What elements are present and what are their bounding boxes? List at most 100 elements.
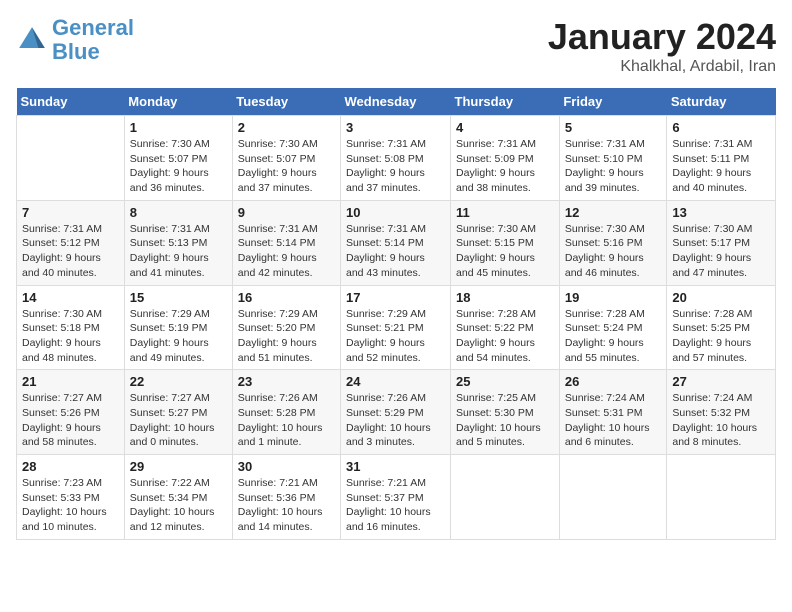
day-info: Sunrise: 7:21 AMSunset: 5:36 PMDaylight:…: [238, 476, 335, 535]
day-number: 6: [672, 120, 770, 135]
day-number: 26: [565, 374, 662, 389]
day-number: 14: [22, 290, 119, 305]
day-info: Sunrise: 7:28 AMSunset: 5:25 PMDaylight:…: [672, 307, 770, 366]
day-number: 17: [346, 290, 445, 305]
calendar-cell: [559, 455, 667, 540]
day-number: 19: [565, 290, 662, 305]
day-number: 12: [565, 205, 662, 220]
day-number: 3: [346, 120, 445, 135]
day-info: Sunrise: 7:30 AMSunset: 5:07 PMDaylight:…: [130, 137, 227, 196]
day-of-week-header: Tuesday: [232, 88, 340, 116]
calendar-cell: 18 Sunrise: 7:28 AMSunset: 5:22 PMDayligh…: [451, 285, 560, 370]
calendar-cell: 14 Sunrise: 7:30 AMSunset: 5:18 PMDayligh…: [17, 285, 125, 370]
day-info: Sunrise: 7:31 AMSunset: 5:14 PMDaylight:…: [346, 222, 445, 281]
day-number: 10: [346, 205, 445, 220]
calendar-cell: 16Sunrise: 7:29 AMSunset: 5:20 PMDayligh…: [232, 285, 340, 370]
day-info: Sunrise: 7:30 AMSunset: 5:16 PMDaylight:…: [565, 222, 662, 281]
day-number: 5: [565, 120, 662, 135]
calendar-cell: 23Sunrise: 7:26 AMSunset: 5:28 PMDayligh…: [232, 370, 340, 455]
day-number: 24: [346, 374, 445, 389]
calendar-cell: 24 Sunrise: 7:26 AMSunset: 5:29 PMDayligh…: [341, 370, 451, 455]
day-info: Sunrise: 7:31 AMSunset: 5:11 PMDaylight:…: [672, 137, 770, 196]
calendar-cell: 21 Sunrise: 7:27 AMSunset: 5:26 PMDayligh…: [17, 370, 125, 455]
day-info: Sunrise: 7:22 AMSunset: 5:34 PMDaylight:…: [130, 476, 227, 535]
calendar-cell: 13 Sunrise: 7:30 AMSunset: 5:17 PMDayligh…: [667, 200, 776, 285]
calendar-cell: 12 Sunrise: 7:30 AMSunset: 5:16 PMDayligh…: [559, 200, 667, 285]
day-of-week-header: Friday: [559, 88, 667, 116]
day-info: Sunrise: 7:25 AMSunset: 5:30 PMDaylight:…: [456, 391, 554, 450]
day-info: Sunrise: 7:24 AMSunset: 5:32 PMDaylight:…: [672, 391, 770, 450]
day-info: Sunrise: 7:23 AMSunset: 5:33 PMDaylight:…: [22, 476, 119, 535]
day-of-week-header: Monday: [124, 88, 232, 116]
day-number: 16: [238, 290, 335, 305]
calendar-cell: 4Sunrise: 7:31 AMSunset: 5:09 PMDaylight…: [451, 116, 560, 201]
day-info: Sunrise: 7:28 AMSunset: 5:24 PMDaylight:…: [565, 307, 662, 366]
calendar-week-row: 14 Sunrise: 7:30 AMSunset: 5:18 PMDayligh…: [17, 285, 776, 370]
day-number: 22: [130, 374, 227, 389]
day-info: Sunrise: 7:29 AMSunset: 5:21 PMDaylight:…: [346, 307, 445, 366]
day-info: Sunrise: 7:31 AMSunset: 5:12 PMDaylight:…: [22, 222, 119, 281]
day-info: Sunrise: 7:31 AMSunset: 5:14 PMDaylight:…: [238, 222, 335, 281]
day-number: 28: [22, 459, 119, 474]
day-number: 29: [130, 459, 227, 474]
calendar-cell: 19 Sunrise: 7:28 AMSunset: 5:24 PMDayligh…: [559, 285, 667, 370]
calendar-cell: 6 Sunrise: 7:31 AMSunset: 5:11 PMDaylight…: [667, 116, 776, 201]
day-info: Sunrise: 7:28 AMSunset: 5:22 PMDaylight:…: [456, 307, 554, 366]
day-number: 18: [456, 290, 554, 305]
calendar-cell: 5Sunrise: 7:31 AMSunset: 5:10 PMDaylight…: [559, 116, 667, 201]
calendar-cell: 11Sunrise: 7:30 AMSunset: 5:15 PMDayligh…: [451, 200, 560, 285]
day-info: Sunrise: 7:26 AMSunset: 5:29 PMDaylight:…: [346, 391, 445, 450]
calendar-week-row: 28 Sunrise: 7:23 AMSunset: 5:33 PMDayligh…: [17, 455, 776, 540]
calendar-cell: 25 Sunrise: 7:25 AMSunset: 5:30 PMDayligh…: [451, 370, 560, 455]
calendar-week-row: 21 Sunrise: 7:27 AMSunset: 5:26 PMDayligh…: [17, 370, 776, 455]
day-info: Sunrise: 7:30 AMSunset: 5:15 PMDaylight:…: [456, 222, 554, 281]
day-of-week-header: Saturday: [667, 88, 776, 116]
calendar-table: SundayMondayTuesdayWednesdayThursdayFrid…: [16, 88, 776, 540]
day-of-week-header: Wednesday: [341, 88, 451, 116]
day-info: Sunrise: 7:21 AMSunset: 5:37 PMDaylight:…: [346, 476, 445, 535]
calendar-cell: 15Sunrise: 7:29 AMSunset: 5:19 PMDayligh…: [124, 285, 232, 370]
calendar-cell: [17, 116, 125, 201]
calendar-cell: [451, 455, 560, 540]
day-info: Sunrise: 7:30 AMSunset: 5:07 PMDaylight:…: [238, 137, 335, 196]
calendar-cell: 20Sunrise: 7:28 AMSunset: 5:25 PMDayligh…: [667, 285, 776, 370]
day-number: 30: [238, 459, 335, 474]
calendar-cell: 1Sunrise: 7:30 AMSunset: 5:07 PMDaylight…: [124, 116, 232, 201]
logo-text: GeneralBlue: [52, 16, 134, 64]
day-info: Sunrise: 7:31 AMSunset: 5:09 PMDaylight:…: [456, 137, 554, 196]
calendar-cell: 2 Sunrise: 7:30 AMSunset: 5:07 PMDaylight…: [232, 116, 340, 201]
calendar-cell: 10 Sunrise: 7:31 AMSunset: 5:14 PMDayligh…: [341, 200, 451, 285]
day-number: 7: [22, 205, 119, 220]
day-info: Sunrise: 7:27 AMSunset: 5:27 PMDaylight:…: [130, 391, 227, 450]
day-info: Sunrise: 7:26 AMSunset: 5:28 PMDaylight:…: [238, 391, 335, 450]
calendar-cell: 28 Sunrise: 7:23 AMSunset: 5:33 PMDayligh…: [17, 455, 125, 540]
day-number: 25: [456, 374, 554, 389]
calendar-cell: 8Sunrise: 7:31 AMSunset: 5:13 PMDaylight…: [124, 200, 232, 285]
day-number: 15: [130, 290, 227, 305]
logo-icon: [16, 24, 48, 56]
day-info: Sunrise: 7:24 AMSunset: 5:31 PMDaylight:…: [565, 391, 662, 450]
title-block: January 2024 Khalkhal, Ardabil, Iran: [548, 16, 776, 76]
calendar-cell: 27Sunrise: 7:24 AMSunset: 5:32 PMDayligh…: [667, 370, 776, 455]
day-number: 2: [238, 120, 335, 135]
calendar-week-row: 1Sunrise: 7:30 AMSunset: 5:07 PMDaylight…: [17, 116, 776, 201]
logo: GeneralBlue: [16, 16, 134, 64]
calendar-cell: 31 Sunrise: 7:21 AMSunset: 5:37 PMDayligh…: [341, 455, 451, 540]
calendar-cell: 22 Sunrise: 7:27 AMSunset: 5:27 PMDayligh…: [124, 370, 232, 455]
day-number: 21: [22, 374, 119, 389]
day-info: Sunrise: 7:30 AMSunset: 5:17 PMDaylight:…: [672, 222, 770, 281]
calendar-cell: 17 Sunrise: 7:29 AMSunset: 5:21 PMDayligh…: [341, 285, 451, 370]
calendar-cell: 9Sunrise: 7:31 AMSunset: 5:14 PMDaylight…: [232, 200, 340, 285]
day-info: Sunrise: 7:30 AMSunset: 5:18 PMDaylight:…: [22, 307, 119, 366]
calendar-cell: 3Sunrise: 7:31 AMSunset: 5:08 PMDaylight…: [341, 116, 451, 201]
month-title: January 2024: [548, 16, 776, 58]
day-of-week-header: Thursday: [451, 88, 560, 116]
day-info: Sunrise: 7:31 AMSunset: 5:13 PMDaylight:…: [130, 222, 227, 281]
page-header: GeneralBlue January 2024 Khalkhal, Ardab…: [16, 16, 776, 76]
day-number: 13: [672, 205, 770, 220]
calendar-cell: 7 Sunrise: 7:31 AMSunset: 5:12 PMDaylight…: [17, 200, 125, 285]
day-info: Sunrise: 7:27 AMSunset: 5:26 PMDaylight:…: [22, 391, 119, 450]
calendar-week-row: 7 Sunrise: 7:31 AMSunset: 5:12 PMDaylight…: [17, 200, 776, 285]
day-number: 31: [346, 459, 445, 474]
calendar-cell: 29 Sunrise: 7:22 AMSunset: 5:34 PMDayligh…: [124, 455, 232, 540]
